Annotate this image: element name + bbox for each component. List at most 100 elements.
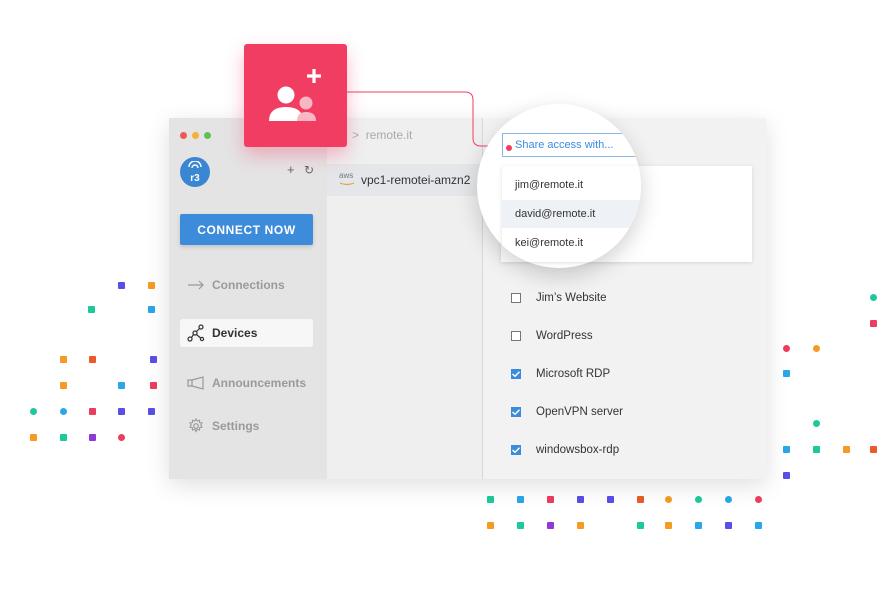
confetti-dot <box>755 496 762 503</box>
close-dot[interactable] <box>180 132 187 139</box>
suggestion-item[interactable]: jim@remote.it <box>502 171 641 199</box>
device-row[interactable]: aws vpc1-remotei-amzn2 <box>327 164 482 196</box>
confetti-dot <box>725 496 732 503</box>
aws-icon: aws <box>339 172 355 188</box>
checkbox-checked[interactable] <box>511 445 521 455</box>
arrow-right-icon <box>180 280 212 290</box>
connect-now-button[interactable]: CONNECT NOW <box>180 214 313 245</box>
service-label: Jim’s Website <box>536 292 607 304</box>
checkmark-icon <box>512 409 520 415</box>
gear-icon <box>180 418 212 434</box>
share-access-input[interactable]: Share access with... <box>502 133 641 157</box>
confetti-dot <box>60 356 67 363</box>
remoteit-logo-icon: r3 <box>188 161 202 183</box>
device-list-panel: > remote.it aws vpc1-remotei-amzn2 <box>327 118 483 479</box>
confetti-dot <box>637 522 644 529</box>
confetti-dot <box>870 320 877 327</box>
service-label: OpenVPN server <box>536 406 623 418</box>
confetti-dot <box>783 472 790 479</box>
nav-label: Connections <box>212 278 285 292</box>
nav-item-connections[interactable]: Connections <box>180 271 313 299</box>
network-icon <box>180 324 212 342</box>
confetti-dot <box>607 496 614 503</box>
share-placeholder: Share access with... <box>515 139 614 151</box>
magnifier: Share access with... jim@remote.it david… <box>477 104 641 268</box>
service-row[interactable]: windowsbox-rdp <box>511 444 619 456</box>
checkbox-checked[interactable] <box>511 369 521 379</box>
confetti-dot <box>870 294 877 301</box>
service-label: windowsbox-rdp <box>536 444 620 456</box>
confetti-dot <box>547 522 554 529</box>
input-dot <box>506 145 512 151</box>
confetti-dot <box>755 522 762 529</box>
suggestion-item[interactable]: kei@remote.it <box>502 229 641 257</box>
device-name: vpc1-remotei-amzn2 <box>361 173 471 187</box>
confetti-dot <box>783 446 790 453</box>
service-row[interactable]: Microsoft RDP <box>511 368 610 380</box>
add-user-button[interactable] <box>244 44 347 147</box>
checkbox[interactable] <box>511 293 521 303</box>
confetti-dot <box>813 446 820 453</box>
confetti-dot <box>118 434 125 441</box>
confetti-dot <box>118 282 125 289</box>
checkbox-checked[interactable] <box>511 407 521 417</box>
confetti-dot <box>577 522 584 529</box>
service-row[interactable]: WordPress <box>511 330 593 342</box>
confetti-dot <box>577 496 584 503</box>
confetti-dot <box>150 356 157 363</box>
nav-label: Announcements <box>212 376 307 390</box>
add-user-icon <box>269 69 321 121</box>
svg-text:r3: r3 <box>190 173 200 183</box>
confetti-dot <box>60 382 67 389</box>
confetti-dot <box>637 496 644 503</box>
nav-item-settings[interactable]: Settings <box>180 412 313 440</box>
confetti-dot <box>60 408 67 415</box>
checkbox[interactable] <box>511 331 521 341</box>
confetti-dot <box>547 496 554 503</box>
confetti-dot <box>89 434 96 441</box>
service-label: Microsoft RDP <box>536 368 611 380</box>
nav-label: Settings <box>212 419 260 433</box>
checkmark-icon <box>512 447 520 453</box>
suggestion-item-highlighted[interactable]: david@remote.it <box>502 200 641 228</box>
confetti-dot <box>89 356 96 363</box>
confetti-dot <box>60 434 67 441</box>
maximize-dot[interactable] <box>204 132 211 139</box>
confetti-dot <box>148 306 155 313</box>
confetti-dot <box>517 496 524 503</box>
megaphone-icon <box>180 376 212 390</box>
nav-item-announcements[interactable]: Announcements <box>180 369 313 397</box>
confetti-dot <box>695 496 702 503</box>
app-window: r3 + ↻ CONNECT NOW Connections Devices A… <box>169 118 766 479</box>
confetti-dot <box>148 408 155 415</box>
confetti-dot <box>843 446 850 453</box>
confetti-dot <box>148 282 155 289</box>
confetti-dot <box>813 420 820 427</box>
app-logo: r3 <box>180 157 210 187</box>
confetti-dot <box>695 522 702 529</box>
service-row[interactable]: OpenVPN server <box>511 406 623 418</box>
nav-label: Devices <box>212 326 258 340</box>
confetti-dot <box>118 382 125 389</box>
nav-item-devices[interactable]: Devices <box>180 319 313 347</box>
confetti-dot <box>870 446 877 453</box>
confetti-dot <box>517 522 524 529</box>
minimize-dot[interactable] <box>192 132 199 139</box>
confetti-dot <box>150 382 157 389</box>
confetti-dot <box>783 345 790 352</box>
confetti-dot <box>89 408 96 415</box>
confetti-dot <box>665 522 672 529</box>
checkmark-icon <box>512 371 520 377</box>
service-row[interactable]: Jim’s Website <box>511 292 607 304</box>
confetti-dot <box>30 434 37 441</box>
confetti-dot <box>665 496 672 503</box>
add-icon[interactable]: + <box>287 162 295 177</box>
confetti-dot <box>813 345 820 352</box>
refresh-icon[interactable]: ↻ <box>304 163 314 177</box>
confetti-dot <box>725 522 732 529</box>
confetti-dot <box>487 496 494 503</box>
confetti-dot <box>118 408 125 415</box>
confetti-dot <box>30 408 37 415</box>
service-label: WordPress <box>536 330 593 342</box>
confetti-dot <box>783 370 790 377</box>
